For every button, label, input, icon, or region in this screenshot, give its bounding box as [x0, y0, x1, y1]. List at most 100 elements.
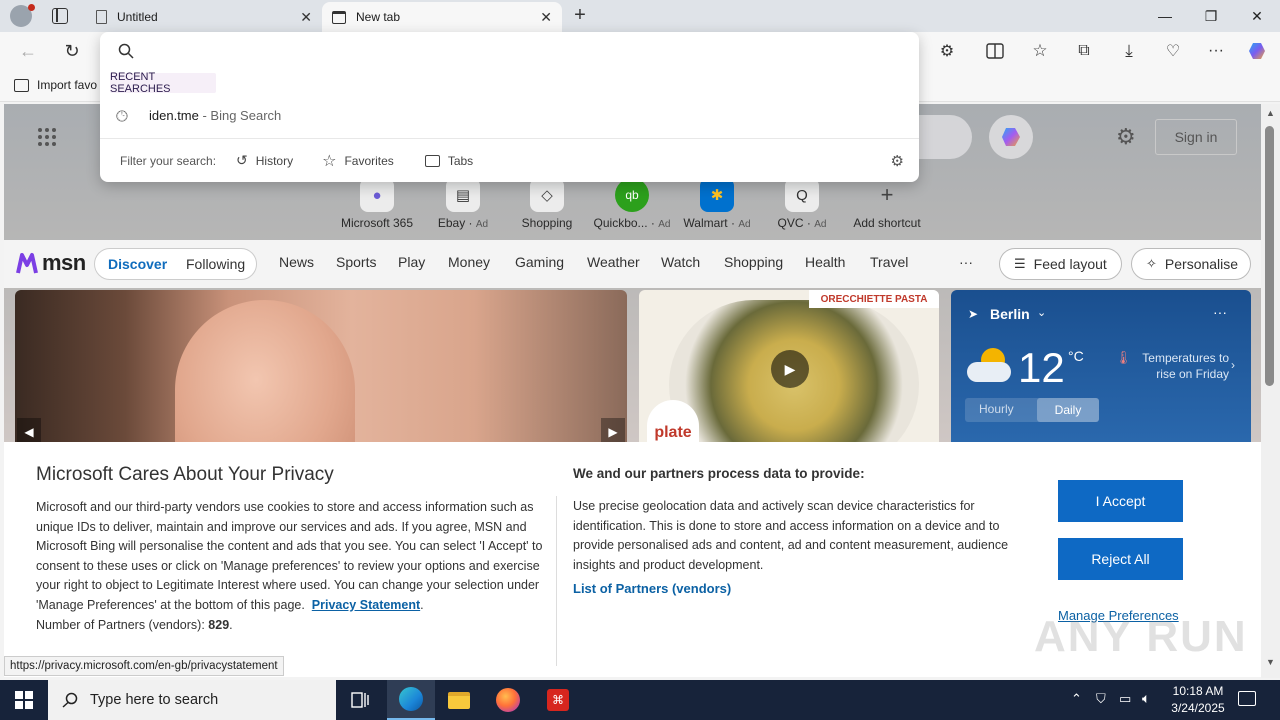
- collections-icon[interactable]: ⧉: [1071, 38, 1097, 64]
- nav-shopping[interactable]: Shopping: [724, 254, 783, 270]
- microsoft-365-icon: ●: [360, 178, 394, 212]
- carousel-prev-button[interactable]: ◀: [17, 418, 41, 442]
- edge-taskbar-icon[interactable]: [387, 680, 435, 720]
- shortcut-shopping[interactable]: ◇ Shopping: [507, 178, 587, 230]
- volume-icon[interactable]: 🔈︎: [1142, 690, 1150, 707]
- copilot-icon[interactable]: [1245, 38, 1271, 64]
- feed-layout-button[interactable]: ☰ Feed layout: [999, 248, 1122, 280]
- walmart-icon: ✱: [700, 178, 734, 212]
- filter-favorites[interactable]: ☆ Favorites: [322, 151, 394, 171]
- nav-news[interactable]: News: [279, 254, 314, 270]
- personalise-button[interactable]: ✧ Personalise: [1131, 248, 1251, 280]
- shortcut-microsoft-365[interactable]: ● Microsoft 365: [337, 178, 417, 230]
- more-menu-icon[interactable]: ···: [1203, 38, 1229, 64]
- quickbooks-icon: qb: [615, 178, 649, 212]
- close-window-button[interactable]: ✕: [1234, 0, 1280, 32]
- nav-travel[interactable]: Travel: [870, 254, 908, 270]
- weather-city[interactable]: Berlin: [990, 306, 1030, 322]
- scrollbar-thumb[interactable]: [1265, 126, 1274, 386]
- chevron-down-icon[interactable]: ⌄: [1037, 306, 1046, 319]
- search-settings-icon[interactable]: ⚙: [891, 152, 904, 170]
- security-icon[interactable]: ⛉: [1096, 691, 1106, 707]
- weather-card[interactable]: ➤ Berlin ⌄ ··· 12 °C 🌡︎ Temperatures to …: [951, 290, 1251, 442]
- add-shortcut-button[interactable]: + Add shortcut: [847, 178, 927, 230]
- scroll-down-icon[interactable]: ▼: [1266, 657, 1275, 667]
- page-scrollbar[interactable]: ▲ ▼: [1261, 104, 1280, 678]
- extensions-icon[interactable]: ⚙: [934, 38, 960, 64]
- clock[interactable]: 10:18 AM 3/24/2025: [1162, 683, 1234, 717]
- accept-button[interactable]: I Accept: [1058, 480, 1183, 522]
- firefox-icon[interactable]: [484, 680, 532, 720]
- browser-essentials-icon[interactable]: ♡: [1160, 38, 1186, 64]
- nav-play[interactable]: Play: [398, 254, 425, 270]
- play-icon[interactable]: ▶: [771, 350, 809, 388]
- tab-following[interactable]: Following: [186, 256, 245, 272]
- weather-unit: °C: [1068, 348, 1084, 364]
- restore-button[interactable]: ❐: [1188, 0, 1234, 32]
- recent-searches-label: RECENT SEARCHES: [110, 71, 216, 95]
- hero-news-card[interactable]: ◀ ▶: [15, 290, 627, 442]
- tab-discover[interactable]: Discover: [108, 256, 167, 272]
- windows-logo-icon: [15, 691, 33, 709]
- network-icon[interactable]: ▭: [1119, 691, 1131, 707]
- shortcut-qvc[interactable]: Q QVC · Ad: [762, 178, 842, 230]
- notifications-icon[interactable]: [1238, 691, 1256, 706]
- food-video-card[interactable]: ORECCHIETTE PASTA ▶ plate: [639, 290, 939, 442]
- shortcut-walmart[interactable]: ✱ Walmart · Ad: [677, 178, 757, 230]
- search-icon: [62, 692, 78, 708]
- search-icon: [118, 43, 134, 59]
- split-screen-icon[interactable]: [982, 38, 1008, 64]
- profile-avatar[interactable]: [10, 4, 35, 27]
- chevron-right-icon[interactable]: ›: [1231, 358, 1235, 372]
- favorites-icon[interactable]: ☆: [1027, 38, 1053, 64]
- nav-watch[interactable]: Watch: [661, 254, 700, 270]
- settings-gear-icon[interactable]: ⚙: [1116, 124, 1136, 150]
- apps-grid-icon[interactable]: [38, 128, 56, 146]
- sign-in-button[interactable]: Sign in: [1155, 119, 1237, 155]
- weather-note[interactable]: Temperatures to rise on Friday: [1131, 350, 1229, 382]
- nav-gaming[interactable]: Gaming: [515, 254, 564, 270]
- tab-untitled[interactable]: Untitled ✕: [86, 2, 322, 32]
- nav-money[interactable]: Money: [448, 254, 490, 270]
- nav-sports[interactable]: Sports: [336, 254, 376, 270]
- weather-more-icon[interactable]: ···: [1213, 304, 1227, 320]
- nav-health[interactable]: Health: [805, 254, 845, 270]
- tab-hourly[interactable]: Hourly: [979, 402, 1014, 416]
- filter-tabs[interactable]: Tabs: [424, 154, 473, 168]
- tab-new-tab[interactable]: New tab ✕: [322, 2, 562, 32]
- new-tab-button[interactable]: +: [569, 4, 591, 26]
- acrobat-reader-icon[interactable]: ⌘: [534, 680, 582, 720]
- refresh-icon[interactable]: ↻: [59, 38, 85, 64]
- shortcut-quickbooks[interactable]: qb Quickbo... · Ad: [592, 178, 672, 230]
- downloads-icon[interactable]: ⤓: [1116, 38, 1142, 64]
- start-button[interactable]: [0, 680, 48, 720]
- nav-more-button[interactable]: ···: [959, 254, 973, 270]
- scroll-up-icon[interactable]: ▲: [1266, 108, 1275, 118]
- privacy-statement-link[interactable]: Privacy Statement: [312, 598, 420, 612]
- import-favorites-item[interactable]: Import favo: [14, 78, 97, 92]
- msn-logo[interactable]: msn: [16, 250, 86, 276]
- taskbar-search-box[interactable]: Type here to search: [48, 680, 336, 720]
- close-tab-icon[interactable]: ✕: [300, 9, 312, 26]
- tab-title: New tab: [356, 10, 401, 24]
- reject-all-button[interactable]: Reject All: [1058, 538, 1183, 580]
- tab-daily[interactable]: Daily: [1037, 398, 1099, 422]
- minimize-button[interactable]: —: [1142, 0, 1188, 32]
- back-icon[interactable]: ←: [15, 38, 41, 64]
- privacy-body: Microsoft and our third-party vendors us…: [36, 500, 543, 632]
- nav-weather[interactable]: Weather: [587, 254, 640, 270]
- list-of-partners-link[interactable]: List of Partners (vendors): [573, 581, 731, 596]
- shortcut-ebay[interactable]: ▤ Ebay · Ad: [423, 178, 503, 230]
- carousel-next-button[interactable]: ▶: [601, 418, 625, 442]
- filter-history[interactable]: ↺ History: [236, 152, 293, 169]
- divider: [556, 496, 557, 666]
- clock-date: 3/24/2025: [1171, 701, 1225, 715]
- tab-actions-icon[interactable]: [52, 8, 68, 24]
- copilot-icon[interactable]: [989, 115, 1033, 159]
- task-view-icon[interactable]: [336, 680, 384, 720]
- file-explorer-icon[interactable]: [435, 680, 483, 720]
- suggestion-row[interactable]: 🕒︎ iden.tme - Bing Search: [100, 102, 919, 130]
- show-hidden-icons-icon[interactable]: ⌃: [1071, 691, 1082, 707]
- address-input[interactable]: [144, 38, 904, 64]
- close-tab-icon[interactable]: ✕: [540, 9, 552, 26]
